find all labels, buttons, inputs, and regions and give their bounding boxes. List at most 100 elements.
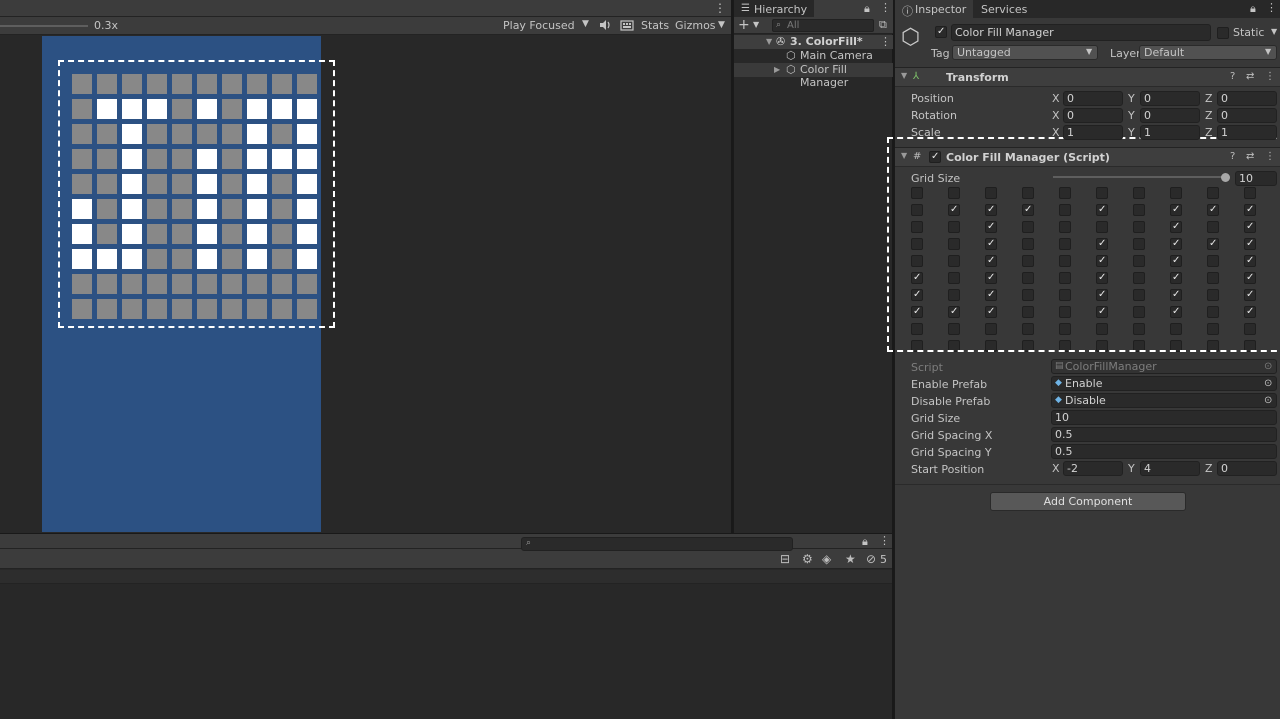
grid-spacing-x-field[interactable]: 0.5: [1051, 427, 1277, 442]
rotation-axis-z[interactable]: Z: [1205, 109, 1213, 122]
start-position-y-field[interactable]: 4: [1140, 461, 1200, 476]
more-options-icon[interactable]: ⋮: [714, 1, 726, 15]
fold-arrow-icon[interactable]: ▼: [766, 37, 772, 46]
help-icon[interactable]: ?: [1230, 71, 1235, 82]
console-list: [0, 570, 892, 584]
start-position-axis-y[interactable]: Y: [1128, 462, 1135, 475]
console-search-input[interactable]: ⌕: [521, 537, 793, 551]
rotation-x-field[interactable]: 0: [1063, 108, 1123, 123]
script-field: ▤ ColorFillManager ⊙: [1051, 359, 1277, 374]
start-position-x-field[interactable]: -2: [1063, 461, 1123, 476]
more-options-icon[interactable]: ⋮: [879, 534, 890, 547]
tab-inspector[interactable]: ⓘ Inspector: [895, 0, 973, 18]
more-options-icon[interactable]: ⋮: [880, 35, 891, 48]
chevron-down-icon: ▼: [1086, 47, 1093, 56]
info-icon: ⓘ: [902, 5, 913, 18]
position-axis-x[interactable]: X: [1052, 92, 1060, 105]
hierarchy-item[interactable]: ⬡ Main Camera: [734, 49, 893, 63]
hierarchy-toolbar: + ▼ ⌕ All ⧉: [734, 17, 893, 34]
grid-size-label: Grid Size: [911, 412, 961, 425]
stats-button[interactable]: Stats: [641, 19, 669, 32]
console-panel: 🔒︎ ⋮ ⌕ ⊟ ⚙ ◈ ★ ⊘ 5: [0, 534, 892, 719]
scene-visibility-icon[interactable]: ⧉: [879, 18, 887, 32]
chevron-down-icon[interactable]: ▼: [1271, 27, 1277, 36]
gizmos-button[interactable]: Gizmos: [675, 19, 716, 32]
position-label: Position: [911, 92, 954, 105]
position-axis-y[interactable]: Y: [1128, 92, 1135, 105]
object-picker-icon[interactable]: ⊙: [1264, 377, 1272, 390]
speaker-icon[interactable]: [598, 18, 612, 32]
filter-icon[interactable]: ⚙: [802, 552, 813, 566]
inspector-tab-bar: ⓘ Inspector Services 🔒︎ ⋮: [895, 0, 1280, 18]
position-axis-z[interactable]: Z: [1205, 92, 1213, 105]
start-position-axis-z[interactable]: Z: [1205, 462, 1213, 475]
gameobject-icon: ⬡: [786, 63, 796, 76]
keyboard-icon[interactable]: [620, 19, 634, 32]
chevron-down-icon[interactable]: ▼: [718, 20, 725, 30]
lock-icon[interactable]: 🔒︎: [1250, 2, 1256, 16]
hierarchy-search-input[interactable]: ⌕ All: [772, 19, 874, 32]
start-position-axis-x[interactable]: X: [1052, 462, 1060, 475]
hierarchy-item[interactable]: ▶ ⬡ Color Fill Manager: [734, 63, 893, 89]
gameobject-icon: ⬡: [786, 49, 796, 62]
transform-icon: ⅄: [913, 71, 920, 82]
rotation-y-field[interactable]: 0: [1140, 108, 1200, 123]
lock-icon[interactable]: 🔒︎: [864, 2, 870, 16]
disable-prefab-field[interactable]: ◆ Disable ⊙: [1051, 393, 1277, 408]
scale-y-field[interactable]: 1: [1140, 125, 1200, 140]
scale-slider[interactable]: [0, 25, 88, 27]
console-message-icon[interactable]: ⊟: [780, 552, 790, 566]
object-name-field[interactable]: Color Fill Manager: [951, 24, 1211, 41]
grid-spacing-y-field[interactable]: 0.5: [1051, 444, 1277, 459]
component-title: Transform: [946, 71, 1009, 84]
scale-axis-z[interactable]: Z: [1205, 126, 1213, 139]
tab-hierarchy[interactable]: ☰ Hierarchy: [734, 0, 814, 17]
scale-axis-y[interactable]: Y: [1128, 126, 1135, 139]
layer-value: Default: [1144, 46, 1185, 59]
more-options-icon[interactable]: ⋮: [880, 1, 891, 14]
eye-slash-icon[interactable]: ⊘: [866, 552, 876, 566]
rotation-axis-x[interactable]: X: [1052, 109, 1060, 122]
object-picker-icon[interactable]: ⊙: [1264, 394, 1272, 407]
grid-spacing-x-label: Grid Spacing X: [911, 429, 993, 442]
rotation-z-field[interactable]: 0: [1217, 108, 1277, 123]
start-position-z-field[interactable]: 0: [1217, 461, 1277, 476]
position-x-field[interactable]: 0: [1063, 91, 1123, 106]
active-checkbox[interactable]: ✓: [935, 26, 947, 38]
script-file-icon: ▤: [1055, 361, 1064, 371]
rotation-axis-y[interactable]: Y: [1128, 109, 1135, 122]
tag-icon[interactable]: ◈: [822, 552, 831, 566]
fold-arrow-icon[interactable]: ▶: [774, 65, 780, 74]
tag-dropdown[interactable]: Untagged ▼: [952, 45, 1098, 60]
static-checkbox[interactable]: [1217, 27, 1229, 39]
play-mode-label: Play Focused: [503, 19, 575, 32]
preset-icon[interactable]: ⇄: [1246, 71, 1254, 82]
scale-z-field[interactable]: 1: [1217, 125, 1277, 140]
lock-icon[interactable]: 🔒︎: [862, 535, 868, 549]
chevron-down-icon: ▼: [582, 19, 589, 29]
transform-header[interactable]: ▼ ⅄ Transform ? ⇄ ⋮: [895, 67, 1280, 87]
enable-prefab-field[interactable]: ◆ Enable ⊙: [1051, 376, 1277, 391]
scale-axis-x[interactable]: X: [1052, 126, 1060, 139]
rotation-label: Rotation: [911, 109, 958, 122]
game-view: ⋮ 0.3x Play Focused ▼ Stats Gizmos ▼: [0, 0, 731, 533]
tab-services[interactable]: Services: [981, 3, 1027, 16]
script-value: ColorFillManager: [1065, 360, 1157, 373]
layer-dropdown[interactable]: Default ▼: [1139, 45, 1277, 60]
grid-spacing-y-label: Grid Spacing Y: [911, 446, 992, 459]
position-y-field[interactable]: 0: [1140, 91, 1200, 106]
fold-arrow-icon[interactable]: ▼: [901, 71, 907, 80]
add-icon[interactable]: +: [738, 17, 750, 33]
more-options-icon[interactable]: ⋮: [1265, 71, 1275, 82]
star-icon[interactable]: ★: [845, 552, 856, 566]
chevron-down-icon[interactable]: ▼: [753, 20, 759, 29]
grid-size-field[interactable]: 10: [1051, 410, 1277, 425]
hierarchy-scene-row[interactable]: ▼ ✇ 3. ColorFill* ⋮: [734, 35, 893, 49]
scale-x-field[interactable]: 1: [1063, 125, 1123, 140]
add-component-button[interactable]: Add Component: [990, 492, 1186, 511]
object-picker-icon: ⊙: [1264, 361, 1273, 372]
more-options-icon[interactable]: ⋮: [1266, 1, 1277, 14]
position-z-field[interactable]: 0: [1217, 91, 1277, 106]
check-icon: ✓: [937, 26, 946, 37]
play-mode-dropdown[interactable]: Play Focused ▼: [500, 18, 592, 34]
